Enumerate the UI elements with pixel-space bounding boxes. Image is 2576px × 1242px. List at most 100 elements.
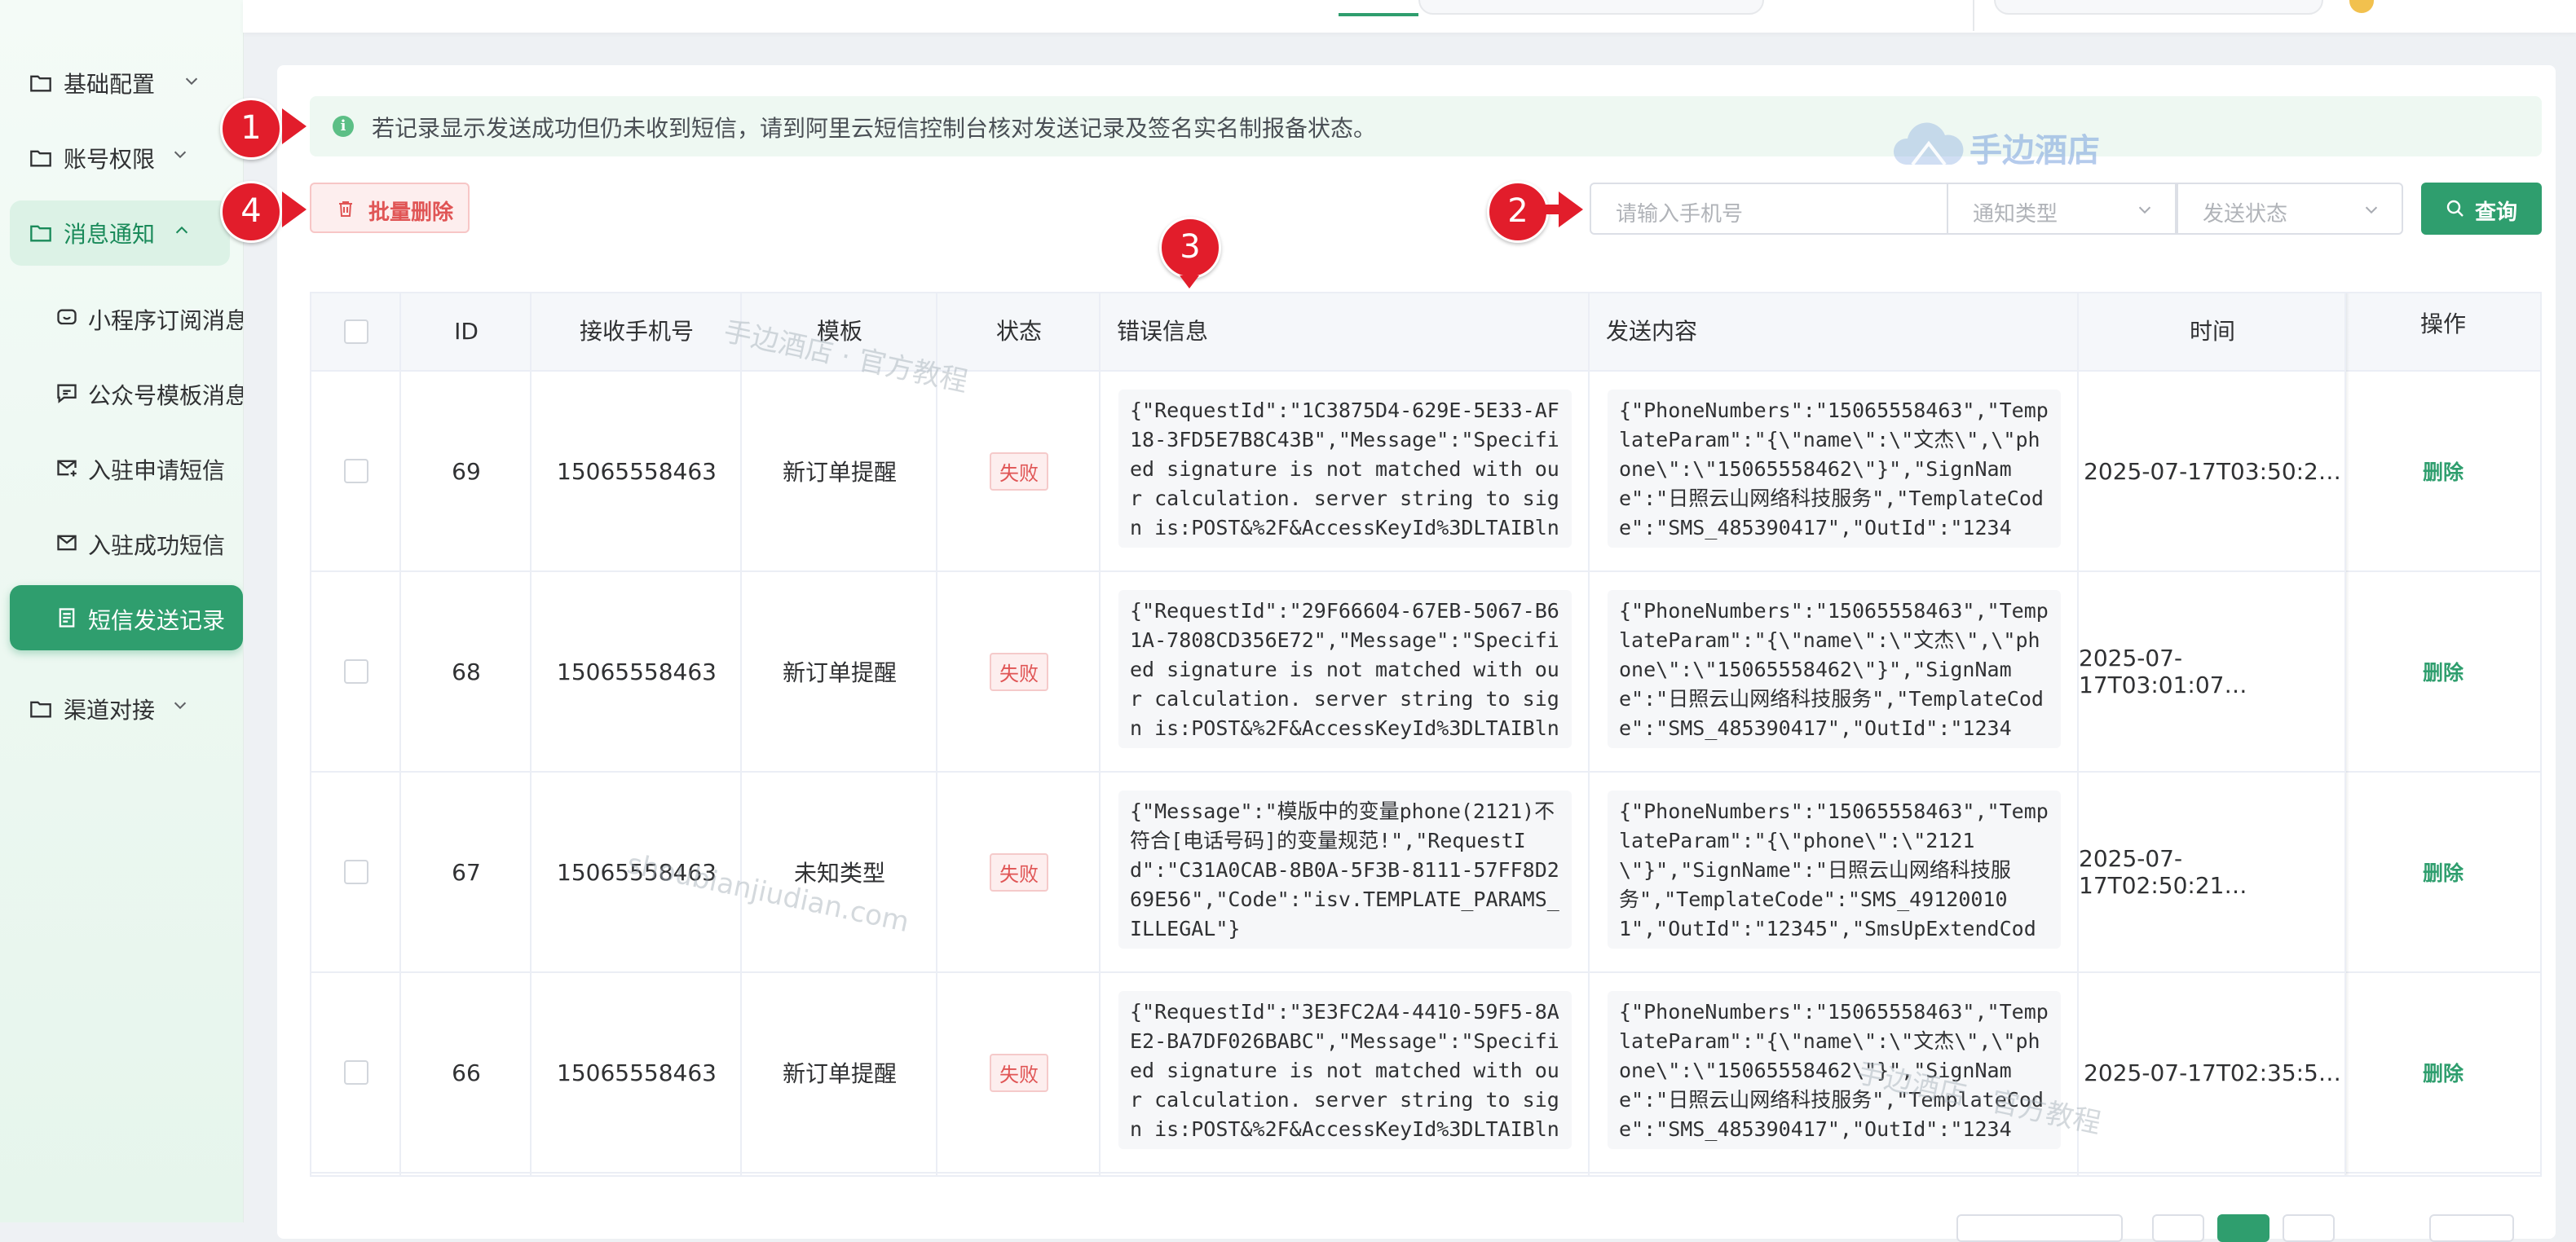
header-time: 时间: [2189, 318, 2235, 345]
status-badge: 失败: [990, 852, 1048, 892]
row-id: 69: [452, 457, 481, 485]
error-info: {"RequestId":"1C3875D4-629E-5E33-AF18-3F…: [1118, 390, 1572, 548]
sidebar-subitem-sms-records[interactable]: 短信发送记录: [10, 585, 243, 650]
row-phone: 15065558463: [557, 1059, 717, 1086]
send-status-select[interactable]: 发送状态: [2177, 183, 2403, 235]
folder-icon: [30, 150, 51, 167]
sidebar-subitem-success-sms[interactable]: 入驻成功短信: [10, 510, 243, 575]
sidebar-subitem-miniprogram[interactable]: 小程序订阅消息: [10, 285, 244, 350]
sidebar-item-account-permissions[interactable]: 账号权限: [10, 126, 243, 191]
chevron-down-icon: [2138, 206, 2151, 214]
select-all-cell: [311, 293, 401, 370]
column-divider: [740, 293, 742, 1175]
info-alert: i 若记录显示发送成功但仍未收到短信，请到阿里云短信控制台核对发送记录及签名实名…: [310, 96, 2542, 156]
delete-link[interactable]: 删除: [2423, 657, 2464, 686]
send-content: {"PhoneNumbers":"15065558463","TemplateP…: [1608, 390, 2061, 548]
header-status: 状态: [995, 318, 1042, 345]
alert-text: 若记录显示发送成功但仍未收到短信，请到阿里云短信控制台核对发送记录及签名实名制报…: [372, 115, 1377, 142]
status-badge: 失败: [990, 1053, 1048, 1092]
pagination-jump[interactable]: [2429, 1214, 2514, 1242]
table-header: ID 接收手机号 模板 状态 错误信息 发送内容 时间 操作: [311, 293, 2540, 372]
mail-add-icon: [57, 460, 77, 477]
send-content: {"PhoneNumbers":"15065558463","TemplateP…: [1608, 590, 2061, 748]
sidebar-subitem-label: 入驻申请短信: [88, 457, 226, 484]
sidebar-subitem-apply-sms[interactable]: 入驻申请短信: [10, 435, 243, 500]
row-phone: 15065558463: [557, 858, 717, 886]
error-info: {"Message":"模版中的变量phone(2121)不符合[电话号码]的变…: [1118, 791, 1572, 949]
annotation-arrow: [1559, 192, 1583, 227]
column-divider: [936, 293, 937, 1175]
row-id: 66: [452, 1059, 481, 1086]
send-content: {"PhoneNumbers":"15065558463","TemplateP…: [1608, 991, 2061, 1149]
column-divider: [1099, 293, 1101, 1175]
phone-search-input[interactable]: 请输入手机号: [1590, 183, 1948, 235]
chevron-down-icon: [185, 77, 198, 86]
query-button[interactable]: 查询: [2421, 183, 2542, 235]
delete-link[interactable]: 删除: [2423, 857, 2464, 887]
cloud-logo-icon: [1893, 122, 1964, 166]
folder-icon: [30, 701, 51, 718]
error-info: {"RequestId":"3E3FC2A4-4410-59F5-8AE2-BA…: [1118, 991, 1572, 1149]
header-action: 操作: [2346, 293, 2540, 370]
pagination-prev[interactable]: [2152, 1214, 2204, 1242]
row-time: 2025-07-17T03:50:2…: [2084, 457, 2341, 485]
pagination-current[interactable]: [2217, 1214, 2269, 1242]
sidebar-item-basic-config[interactable]: 基础配置: [10, 51, 243, 116]
pagination-next[interactable]: [2283, 1214, 2335, 1242]
fixed-column-shadow: [2346, 293, 2349, 1175]
column-divider: [530, 293, 532, 1175]
sidebar-item-label: 基础配置: [64, 71, 156, 98]
chevron-down-icon: [2365, 206, 2378, 214]
notify-type-select[interactable]: 通知类型: [1948, 183, 2177, 235]
annotation-arrow: [282, 192, 307, 227]
active-tab-indicator: [1339, 13, 1418, 16]
row-checkbox[interactable]: [344, 1060, 368, 1085]
row-checkbox[interactable]: [344, 860, 368, 884]
row-time: 2025-07-17T02:35:5…: [2084, 1059, 2341, 1086]
status-badge: 失败: [990, 652, 1048, 691]
sidebar-subitem-official-account[interactable]: 公众号模板消息: [10, 360, 244, 425]
column-divider: [399, 293, 401, 1175]
row-checkbox[interactable]: [344, 459, 368, 483]
mail-icon: [57, 535, 77, 551]
column-divider: [2077, 293, 2079, 1175]
chat-icon: [57, 384, 77, 403]
batch-delete-button[interactable]: 批量删除: [310, 183, 470, 233]
header-phone: 接收手机号: [579, 318, 694, 345]
sms-records-table: ID 接收手机号 模板 状态 错误信息 发送内容 时间 操作 69 150655…: [310, 292, 2542, 1177]
table-row: 68 15065558463 新订单提醒 失败 {"RequestId":"29…: [311, 572, 2540, 773]
row-template: 未知类型: [793, 860, 885, 887]
watermark-logo-text: 手边酒店: [1969, 132, 2100, 170]
row-time: 2025-07-17T02:50:21…: [2079, 845, 2247, 899]
delete-link[interactable]: 删除: [2423, 1058, 2464, 1087]
chevron-up-icon: [175, 226, 188, 234]
sidebar: 基础配置 账号权限 消息通知 小程序订阅消息 公众号模板消息 入驻申请短信 入驻…: [0, 0, 244, 1222]
header-error: 错误信息: [1117, 318, 1209, 345]
row-checkbox[interactable]: [344, 659, 368, 684]
document-icon: [59, 608, 75, 628]
sidebar-item-message-notify[interactable]: 消息通知: [10, 200, 230, 266]
select-all-checkbox[interactable]: [344, 319, 368, 344]
sidebar-subitem-label: 小程序订阅消息: [88, 307, 244, 334]
row-template: 新订单提醒: [782, 459, 897, 486]
top-pill-control[interactable]: [1994, 0, 2323, 15]
sidebar-subitem-label: 公众号模板消息: [88, 382, 244, 409]
send-content: {"PhoneNumbers":"15065558463","TemplateP…: [1608, 791, 2061, 949]
sidebar-subitem-label: 入驻成功短信: [88, 532, 226, 559]
status-badge: 失败: [990, 451, 1048, 491]
trash-icon: [339, 201, 352, 217]
row-phone: 15065558463: [557, 658, 717, 685]
sidebar-item-channel[interactable]: 渠道对接: [10, 676, 243, 742]
annotation-marker-3: 3: [1159, 217, 1221, 279]
row-time: 2025-07-17T03:01:07…: [2079, 645, 2247, 698]
top-search-box[interactable]: [1418, 0, 1764, 15]
delete-link[interactable]: 删除: [2423, 456, 2464, 486]
annotation-marker-4: 4: [220, 181, 282, 243]
folder-icon: [30, 75, 51, 92]
header-template: 模板: [816, 318, 862, 345]
pagination-size[interactable]: [1956, 1214, 2123, 1242]
phone-placeholder: 请输入手机号: [1616, 202, 1744, 227]
table-row: 66 15065558463 新订单提醒 失败 {"RequestId":"3E…: [311, 973, 2540, 1174]
header-id: ID: [454, 318, 479, 345]
column-divider: [1588, 293, 1590, 1175]
